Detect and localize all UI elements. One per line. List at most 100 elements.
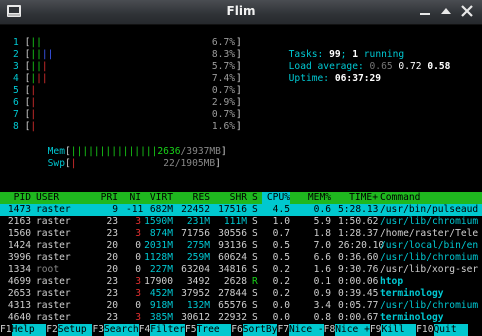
- cell-pri: 20: [106, 240, 118, 251]
- cell-pri: 20: [106, 252, 118, 263]
- close-icon[interactable]: [459, 4, 475, 18]
- column-header-mem[interactable]: MEM%: [296, 192, 331, 204]
- column-header-pri[interactable]: PRI: [96, 192, 118, 204]
- cell-ni: 0: [135, 240, 141, 251]
- cpu-meter-3: 3 [|||: [13, 61, 48, 73]
- cell-ni: 3: [135, 288, 141, 299]
- cell-pri: 20: [106, 264, 118, 275]
- table-row[interactable]: 3996 raster 20 0 1128M 259M 60624 S 0.5 6.6 0:36.6…: [0, 252, 482, 264]
- column-header-virt[interactable]: VIRT: [143, 192, 173, 204]
- cell-cmd: /usr/lib/chromium: [380, 216, 479, 227]
- cell-shr: 111M: [223, 216, 247, 227]
- cell-mem: 6.6: [313, 252, 331, 263]
- cell-user: raster: [36, 240, 71, 251]
- table-row[interactable]: 1560 raster 23 3 874M 71756 30556 S 0.7 1.8 1:28.3…: [0, 228, 482, 240]
- cell-virt: 227M: [149, 264, 173, 275]
- cell-res: 3492: [186, 276, 210, 287]
- cell-res: 231M: [186, 216, 210, 227]
- cell-user: raster: [36, 276, 71, 287]
- cpu-bar-user: ||: [30, 61, 42, 72]
- cell-cpu: 0.5: [272, 252, 290, 263]
- cell-res: 275M: [186, 240, 210, 251]
- cell-s: S: [252, 204, 258, 215]
- cell-shr: 27844: [218, 288, 247, 299]
- fkey-kill-button[interactable]: Kill: [381, 324, 417, 336]
- minimize-icon[interactable]: [417, 4, 433, 18]
- fkey-sortby-button[interactable]: SortBy: [242, 324, 278, 336]
- meter-bracket-close: ]: [236, 73, 242, 84]
- column-header-ni[interactable]: NI: [126, 192, 141, 204]
- maximize-icon[interactable]: [438, 4, 454, 18]
- fkey-f10: F10: [416, 324, 434, 336]
- cell-user: raster: [36, 252, 71, 263]
- cell-virt: 2031M: [144, 240, 173, 251]
- cpu-bar-user: ||: [30, 37, 42, 48]
- cell-cmd: /usr/lib/chromium: [380, 300, 479, 311]
- cell-ni: -11: [126, 204, 144, 215]
- table-row[interactable]: 1424 raster 20 0 2031M 275M 93136 S 0.5 7.0 26:20.…: [0, 240, 482, 252]
- fkey-tree-button[interactable]: Tree: [196, 324, 232, 336]
- fkey-nice--button[interactable]: Nice +: [335, 324, 370, 336]
- cell-ni: 0: [135, 264, 141, 275]
- cell-mem: 1.6: [313, 264, 331, 275]
- cell-time: 0:05.77: [338, 300, 379, 311]
- table-row[interactable]: 2653 raster 23 3 452M 37952 27844 S 0.2 0.9 0:39.4…: [0, 288, 482, 300]
- table-row[interactable]: 1473 raster 9 -11 682M 22452 17516 S 4.5 0.6 5:28.…: [0, 204, 482, 216]
- meter-bracket-close: ]: [236, 49, 242, 60]
- column-header-cpu[interactable]: CPU%: [262, 192, 290, 205]
- cell-pri: 23: [106, 216, 118, 227]
- column-header-command[interactable]: Command: [380, 192, 480, 204]
- cpu-percent: 8.3%: [211, 49, 235, 60]
- title-bar[interactable]: Flim: [0, 0, 482, 25]
- fkey-f1: F1: [0, 324, 12, 336]
- table-row[interactable]: 4640 raster 23 3 385M 30612 22932 S 0.0 0.8 0:00.6…: [0, 312, 482, 324]
- cpu-bar-kernel: |: [30, 97, 37, 108]
- column-header-time[interactable]: TIME+: [338, 192, 378, 204]
- cell-virt: 1590M: [144, 216, 173, 227]
- cpu-meter-4: 4 [|||: [13, 73, 48, 85]
- fkey-search-button[interactable]: Search: [104, 324, 139, 336]
- cell-shr: 65576: [218, 300, 247, 311]
- column-header-shr[interactable]: SHR: [216, 192, 247, 204]
- cell-s: S: [252, 240, 258, 251]
- cell-cmd: /usr/bin/pulseaud: [380, 204, 479, 215]
- column-header-pid[interactable]: PID: [3, 192, 31, 204]
- mem-meter: Mem[|||||||||||||||2636/3937MB]: [47, 146, 227, 158]
- cpu-number: 6: [13, 97, 19, 108]
- cell-res: 22452: [181, 204, 210, 215]
- process-table-header[interactable]: PID USER PRI NI VIRT RES SHR S CPU% MEM% TIME+ Comm…: [0, 192, 482, 205]
- fkey-f2: F2: [46, 324, 58, 336]
- cell-time: 0:39.45: [338, 288, 379, 299]
- fkey-nice--button[interactable]: Nice -: [289, 324, 324, 336]
- table-row[interactable]: 1334 root 20 0 227M 63204 34816 S 0.2 1.6 9:30.76/…: [0, 264, 482, 276]
- cpu-meter-8: 8 [|: [13, 121, 36, 133]
- cell-virt: 452M: [149, 288, 173, 299]
- cell-user: raster: [36, 300, 71, 311]
- column-header-res[interactable]: RES: [176, 192, 210, 204]
- cell-ni: 3: [135, 276, 141, 287]
- cell-cpu: 1.0: [272, 216, 290, 227]
- cpu-number: 4: [13, 73, 19, 84]
- cell-res: 259M: [186, 252, 210, 263]
- fkey-filter-button[interactable]: Filter: [150, 324, 185, 336]
- cell-cpu: 0.2: [272, 288, 290, 299]
- cpu-bar-user: ||: [30, 49, 42, 60]
- cell-mem: 0.1: [313, 276, 331, 287]
- cell-shr: 30556: [218, 228, 247, 239]
- table-row[interactable]: 4313 raster 20 0 918M 132M 65576 S 0.0 3.4 0:05.77…: [0, 300, 482, 312]
- fkey-quit-button[interactable]: Quit: [433, 324, 469, 336]
- terminal-window: Flim 1 [|| 6.7%] 2 [|||| 8.3%] 3 [||| 5.7%] 4 …: [0, 0, 482, 336]
- cpu-bar-low: ||: [41, 49, 54, 60]
- cpu-bar-kernel: |: [30, 109, 37, 120]
- column-header-s[interactable]: S: [252, 192, 260, 204]
- fkey-setup-button[interactable]: Setup: [57, 324, 93, 336]
- table-row[interactable]: 4699 raster 23 3 17900 3492 2628 R 0.2 0.1 0:00.06…: [0, 276, 482, 288]
- table-row[interactable]: 2163 raster 23 3 1590M 231M 111M S 1.0 5.9 1:50.62…: [0, 216, 482, 228]
- fkey-help-button[interactable]: Help: [11, 324, 47, 336]
- cell-cpu: 0.0: [272, 300, 290, 311]
- cell-pid: 1473: [7, 204, 31, 215]
- column-header-user[interactable]: USER: [36, 192, 86, 204]
- cell-user: root: [36, 264, 60, 275]
- uptime-value: 06:37:29: [334, 73, 382, 85]
- cpu-bar-kernel: |: [41, 61, 48, 72]
